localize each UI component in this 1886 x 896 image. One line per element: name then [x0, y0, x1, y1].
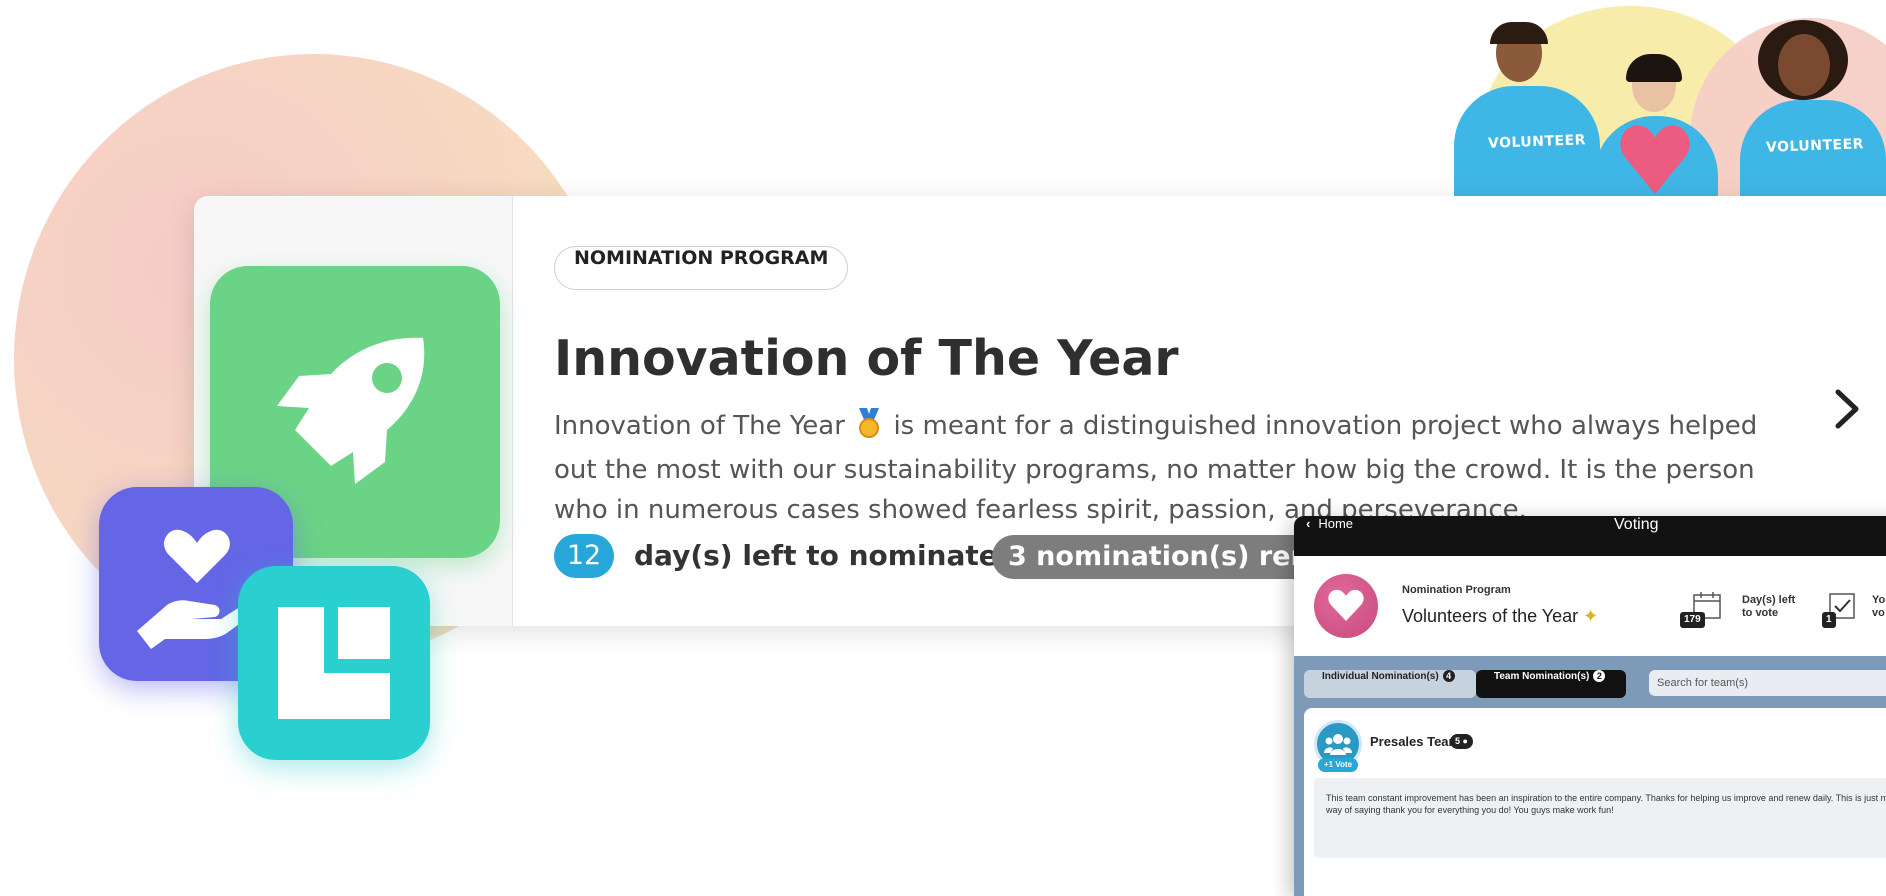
shirt-text-left: VOLUNTEER: [1487, 132, 1587, 152]
description-start: Innovation of The Year: [554, 411, 845, 441]
tab-team-nominations[interactable]: Team Nomination(s) 2: [1476, 670, 1626, 698]
program-title: Innovation of The Year: [554, 330, 1179, 387]
votes-number: 1: [1822, 612, 1836, 628]
program-name-text: Volunteers of the Year: [1402, 606, 1579, 626]
voting-screen-preview: ‹ Home Voting Nomination Program Voluntee…: [1294, 516, 1886, 896]
days-left-label-line1: Day(s) left: [1742, 594, 1796, 606]
back-home-label: Home: [1318, 516, 1354, 531]
heart-icon: [1328, 589, 1364, 621]
medal-icon: [853, 406, 885, 450]
program-label: Nomination Program: [1402, 584, 1511, 596]
days-left-count: 12: [554, 534, 614, 578]
tab-individual-count: 4: [1442, 670, 1455, 682]
tab-individual-nominations[interactable]: Individual Nomination(s) 4: [1304, 670, 1476, 698]
heart-prop-icon: [1620, 125, 1690, 194]
days-left-number: 179: [1680, 612, 1705, 628]
volunteer-woman: VOLUNTEER: [1740, 0, 1886, 196]
program-description: Innovation of The Year is meant for a di…: [554, 406, 1764, 530]
votes-label: Yo vo: [1872, 594, 1885, 620]
program-heart-avatar: [1314, 574, 1378, 638]
vote-tag[interactable]: +1 Vote: [1318, 758, 1359, 772]
tab-team-label: Team Nomination(s): [1494, 671, 1590, 682]
team-member-count: 5 ●: [1450, 734, 1473, 749]
users-icon: [1324, 734, 1352, 755]
team-member-count-value: 5: [1455, 736, 1461, 746]
users-small-icon: ●: [1462, 736, 1468, 746]
program-name: Volunteers of the Year ✦: [1402, 606, 1598, 627]
team-nomination-card[interactable]: +1 Vote Presales Team 5 ● This team cons…: [1304, 708, 1886, 896]
volunteers-photo: VOLUNTEER VOLUNTEER: [1450, 0, 1886, 196]
program-type-badge: NOMINATION PROGRAM: [554, 246, 849, 290]
voting-title: Voting: [1614, 516, 1659, 533]
days-left-to-vote-label: Day(s) left to vote: [1742, 594, 1795, 620]
nomination-message: This team constant improvement has been …: [1314, 778, 1886, 858]
tab-team-count: 2: [1593, 670, 1606, 682]
rocket-icon: [277, 337, 425, 484]
chevron-right-icon[interactable]: [1828, 386, 1864, 432]
shirt-text-right: VOLUNTEER: [1765, 136, 1865, 156]
team-search-input[interactable]: Search for team(s): [1649, 670, 1886, 696]
layout-tile: [238, 566, 430, 760]
votes-label-line1: Yo: [1872, 594, 1886, 606]
team-name: Presales Team: [1370, 734, 1461, 749]
voting-program-header: Nomination Program Volunteers of the Yea…: [1294, 556, 1886, 656]
voting-top-bar: ‹ Home Voting: [1294, 516, 1886, 556]
days-left-label: day(s) left to nominate: [634, 539, 998, 572]
volunteer-woman-heart: [1580, 0, 1730, 196]
chevron-left-icon: ‹: [1306, 516, 1311, 531]
votes-label-line2: vo: [1872, 607, 1885, 619]
sparkle-icon: ✦: [1583, 606, 1599, 626]
volunteer-man: VOLUNTEER: [1450, 0, 1600, 196]
layout-icon: [278, 607, 390, 719]
days-left-label-line2: to vote: [1742, 607, 1779, 619]
back-home-button[interactable]: ‹ Home: [1306, 516, 1353, 531]
tab-individual-label: Individual Nomination(s): [1322, 671, 1439, 682]
